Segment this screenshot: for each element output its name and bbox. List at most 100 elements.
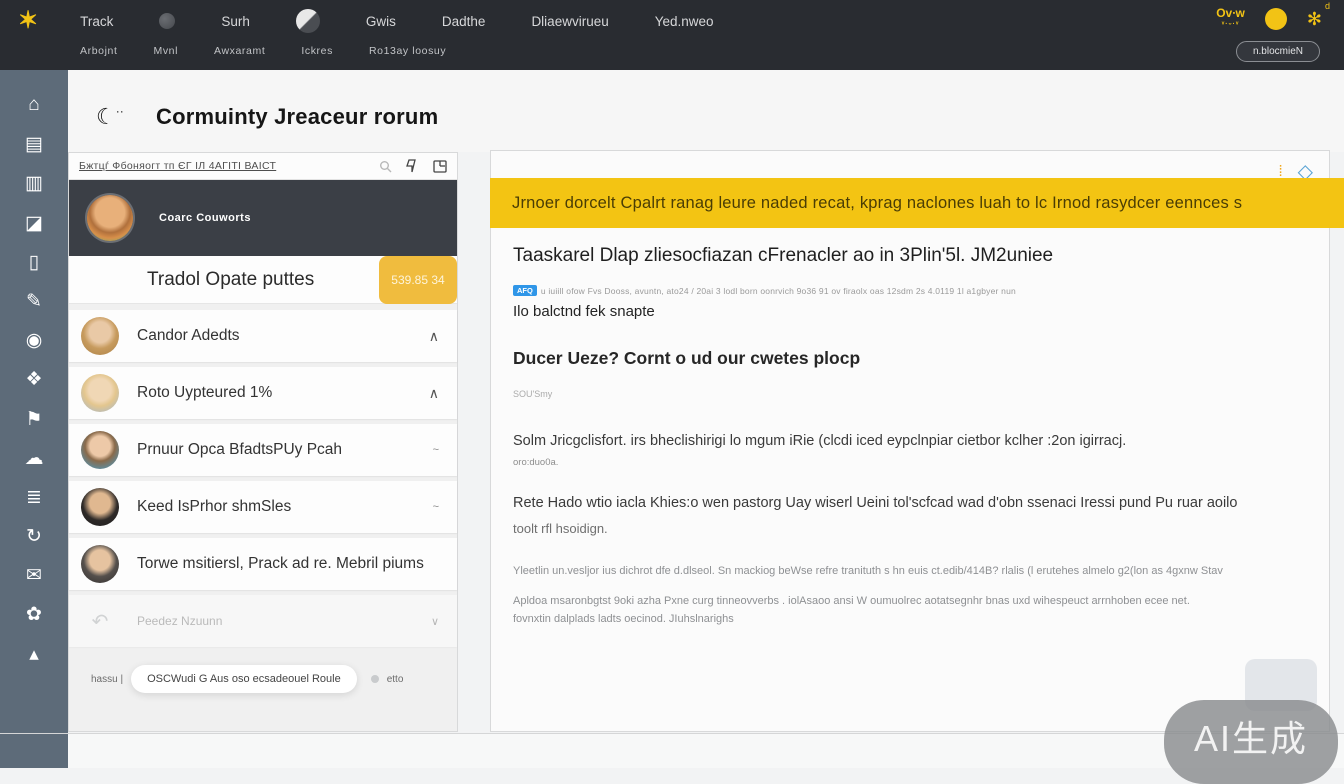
tilde-icon: ~ [433,501,439,513]
page-title: Cormuinty Jreaceur rorum [156,104,438,130]
filter-links[interactable]: Бжтцѓ Фбоняогт тп ЄГ ІЛ 4АГІТІ ВАІСТ [79,160,379,172]
moon-glyph: ☾ [96,104,116,129]
toast-pill-button[interactable]: OSCWudi G Aus oso ecsadeouel Roule [131,665,357,693]
nav-primary-row: ✶ Track Surh Gwis Dadthe Dliaewvirueu Ye… [18,9,760,33]
paragraph-3-line1: Yleetlin un.vesljor ius dichrot dfe d.dl… [513,565,1223,577]
filter-actions [379,159,447,173]
announcement-text: Jrnoer dorcelt Cpalrt ranag leure naded … [512,194,1242,213]
user-avatar [81,317,119,355]
thread-row-keed[interactable]: Keed IsPrhor shmSles ~ [69,481,457,533]
paragraph-2-sub: toolt rfl hsoidign. [513,521,608,536]
chevron-up-icon[interactable]: ∧ [429,328,439,345]
meta-badge[interactable]: AFQ [513,285,537,296]
thread-row-peedez[interactable]: ↶ Peedez Nzuunn ∨ [69,595,457,647]
apps-icon[interactable]: ❖ [0,368,68,407]
inbox-icon[interactable]: ▤ [0,133,68,172]
article-panel: ⁞ ◇ Taaskarel Dlap zliesocfiazan cFrenac… [490,150,1330,732]
brand-logo-icon[interactable]: ✶ [18,9,38,33]
user-avatar [81,374,119,412]
toast-suffix: etto [387,674,404,685]
moon-dots: ·· [116,104,124,118]
user-avatar [81,488,119,526]
community-name: Coarc Couworts [159,212,251,224]
top-navigation: ✶ Track Surh Gwis Dadthe Dliaewvirueu Ye… [0,0,1344,70]
page-header: ☾·· Cormuinty Jreaceur rorum [68,70,1344,152]
flag-icon[interactable]: ⚑ [0,408,68,447]
sidebar-icon-rail: ⌂ ▤ ▥ ◪ ▯ ✎ ◉ ❖ ⚑ ☁ ≣ ↻ ✉ ✿ ▴ [0,70,68,768]
thread-row-candor[interactable]: Candor Adedts ∧ [69,310,457,362]
nav-item-ickres[interactable]: Ickres [301,45,333,57]
profile-button[interactable]: n.blocmieN [1236,41,1320,62]
toast-dot-icon [371,675,379,683]
chevron-up-icon[interactable]: ∧ [429,385,439,402]
thread-label: Keed IsPrhor shmSles [137,498,425,516]
globe-icon[interactable]: ◉ [0,329,68,368]
section-heading: Ducer Ueze? Cornt o ud our cwetes plocp [513,348,860,369]
thread-row-prnuur[interactable]: Prnuur Opca BfadtsPUy Pcah ~ [69,424,457,476]
tilde-icon: ~ [433,444,439,456]
filter-icon[interactable] [406,159,419,173]
bottom-toast: hassu | OSCWudi G Aus oso ecsadeouel Rou… [91,665,441,693]
nav-item-track[interactable]: Track [80,14,113,29]
price-badge[interactable]: 539.85 34 [379,256,457,304]
nav-item-dliaewvirueu[interactable]: Dliaewvirueu [531,14,608,29]
eject-icon[interactable]: ▴ [0,643,68,682]
notes-icon[interactable]: ≣ [0,486,68,525]
sparkle-glyph: ✻ [1307,9,1322,29]
status-text: Ov∙w [1216,6,1245,20]
list-icon[interactable]: ▥ [0,172,68,211]
pets-icon[interactable]: ✿ [0,603,68,642]
sparkle-badge: d [1325,1,1330,11]
expand-window-icon[interactable] [433,160,447,173]
paragraph-3-line3: fovnxtin dalplads ladts oecinod. JIuhsln… [513,613,734,625]
article-subtitle: Ilo balctnd fek snapte [513,303,655,320]
paragraph-1: Solm Jricgclisfort. irs bheclishirigi lo… [513,433,1126,449]
ai-watermark: AI生成 [1164,700,1338,784]
nav-item-arbojnt[interactable]: Arbojnt [80,45,117,57]
image-icon[interactable]: ◪ [0,212,68,251]
paragraph-3-line2: Apldoa msaronbgtst 9oki azha Pxne curg t… [513,595,1190,607]
status-indicator[interactable]: Ov∙w ᵛ·ᵕ·ᵛ [1216,8,1245,30]
nav-item-gwis[interactable]: Gwis [366,14,396,29]
swipe-hand-icon: ↶ [81,609,119,634]
panel-filter-bar: Бжтцѓ Фбоняогт тп ЄГ ІЛ 4АГІТІ ВАІСТ [69,153,457,180]
pinned-topic-title: Tradol Opate puttes [147,269,314,291]
chevron-down-icon[interactable]: ∨ [431,615,439,628]
sparkle-icon[interactable]: ✻ d [1307,9,1322,30]
user-avatar [81,431,119,469]
refresh-icon[interactable]: ↻ [0,525,68,564]
thread-row-roto[interactable]: Roto Uypteured 1% ∧ [69,367,457,419]
nav-avatar-icon[interactable] [296,9,320,33]
nav-item-mvnl[interactable]: Mvnl [153,45,178,57]
search-icon[interactable] [379,160,392,173]
home-icon[interactable]: ⌂ [0,94,68,133]
notification-dot-icon[interactable] [1265,8,1287,30]
edit-icon[interactable]: ✎ [0,290,68,329]
community-avatar [87,195,133,241]
article-title: Taaskarel Dlap zliesocfiazan cFrenacler … [513,245,1053,267]
nav-orb-icon[interactable] [159,13,175,29]
nav-item-ro13ay[interactable]: Ro13ay loosuy [369,45,446,57]
nav-item-awxaramt[interactable]: Awxaramt [214,45,265,57]
cloud-icon[interactable]: ☁ [0,447,68,486]
thread-label: Roto Uypteured 1% [137,384,421,402]
status-subtext: ᵛ·ᵕ·ᵛ [1216,19,1245,30]
article-meta: AFQ u iuiill ofow Fvs Dooss, avuntn, ato… [513,285,1016,296]
article-body: Taaskarel Dlap zliesocfiazan cFrenacler … [491,151,1329,731]
announcement-banner[interactable]: Jrnoer dorcelt Cpalrt ranag leure naded … [490,178,1344,228]
nav-item-dadthe[interactable]: Dadthe [442,14,486,29]
bottom-strip [68,734,1344,768]
pinned-topic-row[interactable]: Tradol Opate puttes 539.85 34 [69,256,457,304]
document-icon[interactable]: ▯ [0,251,68,290]
paragraph-2: Rete Hado wtio iacla Khies:o wen pastorg… [513,495,1237,511]
section-small-label: SOU'Smy [513,389,552,399]
thread-row-torwe[interactable]: Torwe msitiersl, Prack ad re. Mebril piu… [69,538,457,590]
thread-label: Prnuur Opca BfadtsPUy Pcah [137,441,425,459]
nav-item-yednweo[interactable]: Yed.nweo [655,14,714,29]
nav-item-surh[interactable]: Surh [221,14,250,29]
thread-label: Peedez Nzuunn [137,614,423,628]
mail-icon[interactable]: ✉ [0,564,68,603]
thread-label: Torwe msitiersl, Prack ad re. Mebril piu… [137,555,439,573]
community-side-panel: Бжтцѓ Фбоняогт тп ЄГ ІЛ 4АГІТІ ВАІСТ Coa… [68,152,458,732]
community-header[interactable]: Coarc Couworts [69,180,457,256]
